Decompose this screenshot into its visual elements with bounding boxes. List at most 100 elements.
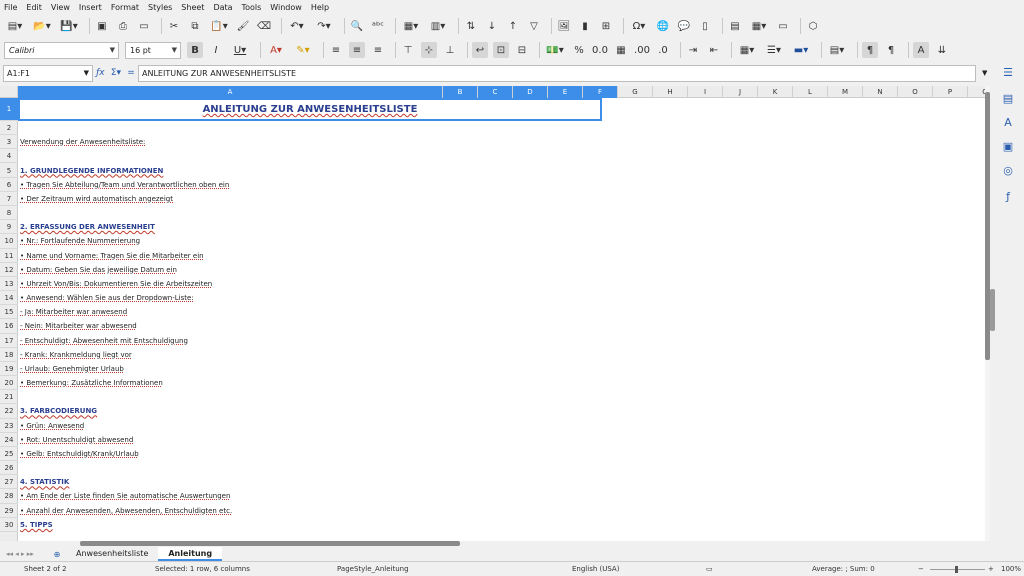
column-header-d[interactable]: D bbox=[513, 86, 548, 98]
instruction-line[interactable]: • Name und Vorname: Tragen Sie die Mitar… bbox=[20, 252, 204, 260]
instruction-line[interactable]: • Datum: Geben Sie das jeweilige Datum e… bbox=[20, 266, 177, 274]
column-header-i[interactable]: I bbox=[688, 86, 723, 98]
menu-item-file[interactable]: File bbox=[4, 3, 17, 12]
row-header[interactable]: 9 bbox=[0, 220, 18, 235]
cell-area[interactable]: ANLEITUNG ZUR ANWESENHEITSLISTE Verwendu… bbox=[18, 98, 985, 541]
instruction-line[interactable]: • Rot: Unentschuldigt abwesend bbox=[20, 436, 133, 444]
border-style-icon[interactable]: ☰▾ bbox=[763, 42, 785, 58]
align-bottom-icon[interactable]: ⊥ bbox=[442, 42, 458, 58]
image-icon[interactable]: 🖼 bbox=[556, 18, 572, 34]
bold-icon[interactable]: B bbox=[187, 42, 203, 58]
left-to-right-icon[interactable]: ¶ bbox=[862, 42, 878, 58]
instruction-line[interactable]: Verwendung der Anwesenheitsliste: bbox=[20, 138, 145, 146]
decrease-indent-icon[interactable]: ⇤ bbox=[706, 42, 722, 58]
row-header[interactable]: 3 bbox=[0, 135, 18, 150]
tab-anleitung[interactable]: Anleitung bbox=[158, 547, 223, 561]
freeze-rows-columns-icon[interactable]: ▦▾ bbox=[748, 18, 770, 34]
sidebar-handle[interactable] bbox=[990, 289, 995, 331]
menu-item-format[interactable]: Format bbox=[111, 3, 139, 12]
menu-item-view[interactable]: View bbox=[51, 3, 70, 12]
column-header-l[interactable]: L bbox=[793, 86, 828, 98]
instruction-line[interactable]: • Gelb: Entschuldigt/Krank/Urlaub bbox=[20, 450, 139, 458]
row-header[interactable]: 24 bbox=[0, 433, 18, 447]
menu-item-edit[interactable]: Edit bbox=[26, 3, 42, 12]
sort-icon[interactable]: ⇅ bbox=[463, 18, 479, 34]
formula-input[interactable]: ANLEITUNG ZUR ANWESENHEITSLISTE bbox=[138, 64, 976, 82]
undo-icon[interactable]: ↶▾ bbox=[286, 18, 308, 34]
selection-mode-icon[interactable]: ▭ bbox=[706, 565, 713, 573]
column-header-n[interactable]: N bbox=[863, 86, 898, 98]
percent-format-icon[interactable]: % bbox=[571, 42, 587, 58]
row-header[interactable]: 22 bbox=[0, 404, 18, 419]
export-pdf-icon[interactable]: ▣ bbox=[94, 18, 110, 34]
instruction-line[interactable]: • Anwesend: Wählen Sie aus der Dropdown-… bbox=[20, 294, 194, 302]
row-header[interactable]: 21 bbox=[0, 390, 18, 405]
chevron-down-icon[interactable]: ▼ bbox=[84, 69, 89, 77]
row-header[interactable]: 8 bbox=[0, 206, 18, 221]
zoom-in-icon[interactable]: + bbox=[988, 565, 994, 573]
section-heading[interactable]: 3. FARBCODIERUNG bbox=[20, 407, 97, 415]
menu-item-tools[interactable]: Tools bbox=[242, 3, 262, 12]
zoom-level[interactable]: 100% bbox=[1001, 565, 1021, 573]
row-header[interactable]: 28 bbox=[0, 489, 18, 504]
merge-center-icon[interactable]: ⊡ bbox=[493, 42, 509, 58]
instruction-line[interactable]: - Ja: Mitarbeiter war anwesend bbox=[20, 308, 127, 316]
instruction-line[interactable]: • Bemerkung: Zusätzliche Informationen bbox=[20, 379, 163, 387]
show-draw-functions-icon[interactable]: ⬡ bbox=[805, 18, 821, 34]
new-icon[interactable]: ▤▾ bbox=[4, 18, 26, 34]
row-header[interactable]: 1 bbox=[0, 98, 18, 121]
border-color-icon[interactable]: ▬▾ bbox=[790, 42, 812, 58]
align-right-icon[interactable]: ≡ bbox=[370, 42, 386, 58]
menu-item-window[interactable]: Window bbox=[270, 3, 302, 12]
zoom-out-icon[interactable]: − bbox=[918, 565, 924, 573]
section-heading[interactable]: 1. GRUNDLEGENDE INFORMATIONEN bbox=[20, 167, 163, 175]
pivot-table-icon[interactable]: ⊞ bbox=[598, 18, 614, 34]
spelling-icon[interactable]: ᵃᵇᶜ bbox=[370, 18, 386, 34]
menu-icon[interactable]: ☰ bbox=[1001, 66, 1015, 80]
merged-title-cell[interactable]: ANLEITUNG ZUR ANWESENHEITSLISTE bbox=[18, 98, 602, 121]
styles-icon[interactable]: A bbox=[1001, 116, 1015, 130]
row-icon[interactable]: ▦▾ bbox=[400, 18, 422, 34]
instruction-line[interactable]: - Krank: Krankmeldung liegt vor bbox=[20, 351, 132, 359]
name-box[interactable]: A1:F1 ▼ bbox=[3, 64, 93, 82]
underline-icon[interactable]: U▾ bbox=[229, 42, 251, 58]
menu-item-insert[interactable]: Insert bbox=[79, 3, 102, 12]
print-icon[interactable]: ⎙ bbox=[115, 18, 131, 34]
column-header-g[interactable]: G bbox=[618, 86, 653, 98]
align-top-icon[interactable]: ⊤ bbox=[400, 42, 416, 58]
hyperlink-icon[interactable]: 🌐 bbox=[655, 18, 671, 34]
column-header-p[interactable]: P bbox=[933, 86, 968, 98]
row-header[interactable]: 6 bbox=[0, 178, 18, 192]
row-header[interactable]: 18 bbox=[0, 348, 18, 362]
font-color-icon[interactable]: A▾ bbox=[265, 42, 287, 58]
instruction-line[interactable]: - Nein: Mitarbeiter war abwesend bbox=[20, 322, 137, 330]
instruction-line[interactable]: • Nr.: Fortlaufende Nummerierung bbox=[20, 237, 140, 245]
instruction-line[interactable]: - Entschuldigt: Abwesenheit mit Entschul… bbox=[20, 337, 188, 345]
menu-item-styles[interactable]: Styles bbox=[148, 3, 172, 12]
define-print-area-icon[interactable]: ▤ bbox=[727, 18, 743, 34]
row-header[interactable]: 20 bbox=[0, 376, 18, 391]
instruction-line[interactable]: • Anzahl der Anwesenden, Abwesenden, Ent… bbox=[20, 507, 232, 515]
row-header[interactable]: 12 bbox=[0, 263, 18, 277]
section-heading[interactable]: 5. TIPPS bbox=[20, 521, 53, 529]
row-header[interactable]: 14 bbox=[0, 291, 18, 306]
row-header[interactable]: 19 bbox=[0, 362, 18, 377]
increase-indent-icon[interactable]: ⇥ bbox=[685, 42, 701, 58]
date-format-icon[interactable]: ▦ bbox=[613, 42, 629, 58]
select-all-corner[interactable] bbox=[0, 86, 18, 98]
conditional-format-icon[interactable]: ▤▾ bbox=[826, 42, 848, 58]
row-header[interactable]: 4 bbox=[0, 149, 18, 164]
row-header[interactable]: 5 bbox=[0, 164, 18, 178]
clear-formatting-icon[interactable]: ⌫ bbox=[256, 18, 272, 34]
navigator-icon[interactable]: ◎ bbox=[1001, 164, 1015, 178]
headers-footers-icon[interactable]: ▯ bbox=[697, 18, 713, 34]
column-header-k[interactable]: K bbox=[758, 86, 793, 98]
cut-icon[interactable]: ✂ bbox=[166, 18, 182, 34]
row-header[interactable]: 11 bbox=[0, 249, 18, 263]
comment-icon[interactable]: 💬 bbox=[676, 18, 692, 34]
menu-item-help[interactable]: Help bbox=[311, 3, 329, 12]
align-left-icon[interactable]: ≡ bbox=[328, 42, 344, 58]
language-indicator[interactable]: English (USA) bbox=[572, 565, 619, 573]
autofilter-icon[interactable]: ▽ bbox=[526, 18, 542, 34]
wrap-text-icon[interactable]: ↩ bbox=[472, 42, 488, 58]
